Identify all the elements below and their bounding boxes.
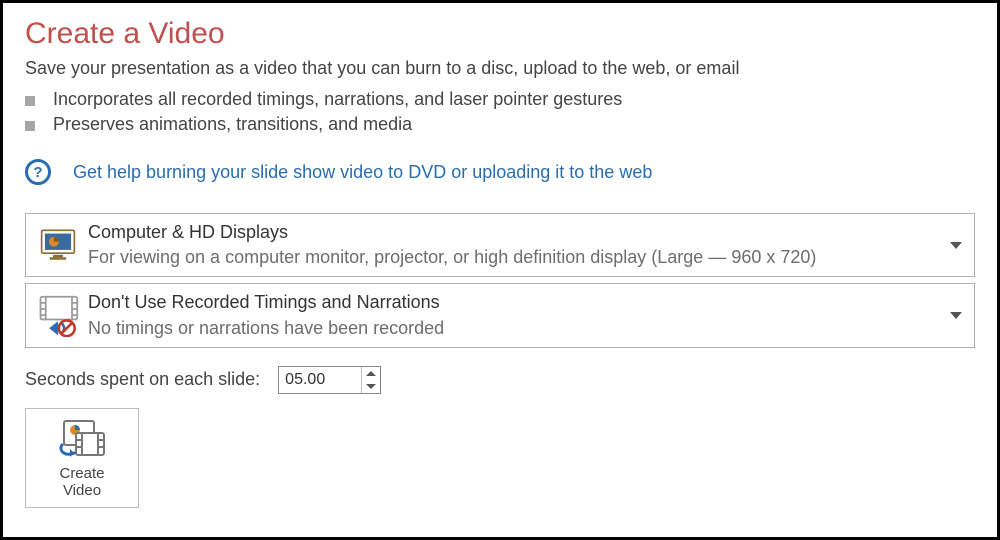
create-video-icon bbox=[58, 419, 106, 459]
feature-text: Preserves animations, transitions, and m… bbox=[53, 114, 412, 135]
quality-title: Computer & HD Displays bbox=[88, 220, 940, 245]
stepper-down[interactable] bbox=[362, 380, 380, 393]
help-link[interactable]: Get help burning your slide show video t… bbox=[73, 162, 652, 183]
video-quality-text: Computer & HD Displays For viewing on a … bbox=[88, 220, 940, 270]
feature-text: Incorporates all recorded timings, narra… bbox=[53, 89, 622, 110]
timings-text: Don't Use Recorded Timings and Narration… bbox=[88, 290, 940, 340]
quality-desc: For viewing on a computer monitor, proje… bbox=[88, 245, 940, 270]
create-video-label: Create Video bbox=[59, 465, 104, 500]
stepper-up[interactable] bbox=[362, 367, 380, 380]
create-video-panel: Create a Video Save your presentation as… bbox=[0, 0, 1000, 540]
no-narration-icon bbox=[34, 294, 82, 338]
list-item: Preserves animations, transitions, and m… bbox=[25, 114, 975, 135]
timings-dropdown[interactable]: Don't Use Recorded Timings and Narration… bbox=[25, 283, 975, 347]
timings-desc: No timings or narrations have been recor… bbox=[88, 316, 940, 341]
page-title: Create a Video bbox=[25, 17, 975, 50]
monitor-icon bbox=[34, 223, 82, 267]
help-icon: ? bbox=[25, 159, 51, 185]
bullet-icon bbox=[25, 96, 35, 106]
page-subtitle: Save your presentation as a video that y… bbox=[25, 58, 975, 79]
timings-title: Don't Use Recorded Timings and Narration… bbox=[88, 290, 940, 315]
create-video-button[interactable]: Create Video bbox=[25, 408, 139, 509]
stepper-arrows bbox=[361, 367, 380, 393]
seconds-row: Seconds spent on each slide: 05.00 bbox=[25, 366, 975, 394]
chevron-down-icon bbox=[950, 312, 962, 319]
feature-list: Incorporates all recorded timings, narra… bbox=[25, 85, 975, 139]
help-row: ? Get help burning your slide show video… bbox=[25, 159, 975, 185]
seconds-stepper[interactable]: 05.00 bbox=[278, 366, 381, 394]
seconds-label: Seconds spent on each slide: bbox=[25, 369, 260, 390]
seconds-value[interactable]: 05.00 bbox=[279, 367, 361, 393]
list-item: Incorporates all recorded timings, narra… bbox=[25, 89, 975, 110]
bullet-icon bbox=[25, 121, 35, 131]
chevron-down-icon bbox=[950, 242, 962, 249]
video-quality-dropdown[interactable]: Computer & HD Displays For viewing on a … bbox=[25, 213, 975, 277]
